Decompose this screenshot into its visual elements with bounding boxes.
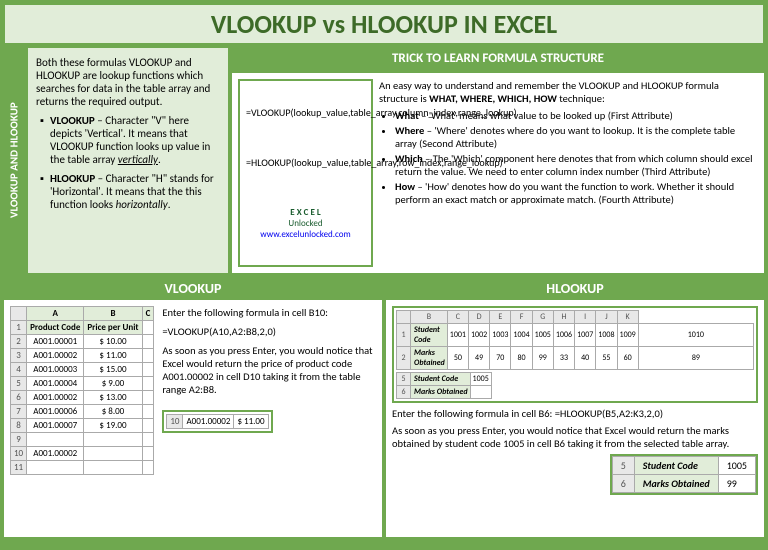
main-title: VLOOKUP vs HLOOKUP IN EXCEL: [4, 4, 764, 44]
trick-body: =VLOOKUP(lookup_value,table_array,column…: [232, 73, 764, 273]
intro-hlookup: HLOOKUP – Character "H" stands for 'Hori…: [40, 172, 220, 211]
site-link[interactable]: www.excelunlocked.com: [260, 229, 350, 240]
hlookup-result: 5Student Code1005 6Marks Obtained99: [610, 454, 758, 495]
hlookup-col: HLOOKUP BCDEFGHIJK 1Student Code10011002…: [386, 277, 764, 537]
intro-vlookup: VLOOKUP – Character "V" here depicts 'Ve…: [40, 114, 220, 166]
hlookup-table: BCDEFGHIJK 1Student Code1001100210031004…: [396, 310, 754, 370]
side-label: VLOOKUP AND HLOOKUP: [4, 48, 24, 273]
vlookup-col: VLOOKUP ABC 1Product CodePrice per Unit …: [4, 277, 382, 537]
trick-header: TRICK TO LEARN FORMULA STRUCTURE: [232, 48, 764, 69]
vlookup-table: ABC 1Product CodePrice per Unit 2A001.00…: [10, 306, 154, 475]
intro-box: Both these formulas VLOOKUP and HLOOKUP …: [28, 48, 228, 273]
logo: E X C E LUnlockedwww.excelunlocked.com: [246, 207, 365, 240]
explain-box: An easy way to understand and remember t…: [379, 79, 758, 267]
vlookup-result: 10A001.00002$ 11.00: [162, 410, 272, 433]
syntax-box: =VLOOKUP(lookup_value,table_array,column…: [238, 79, 373, 267]
